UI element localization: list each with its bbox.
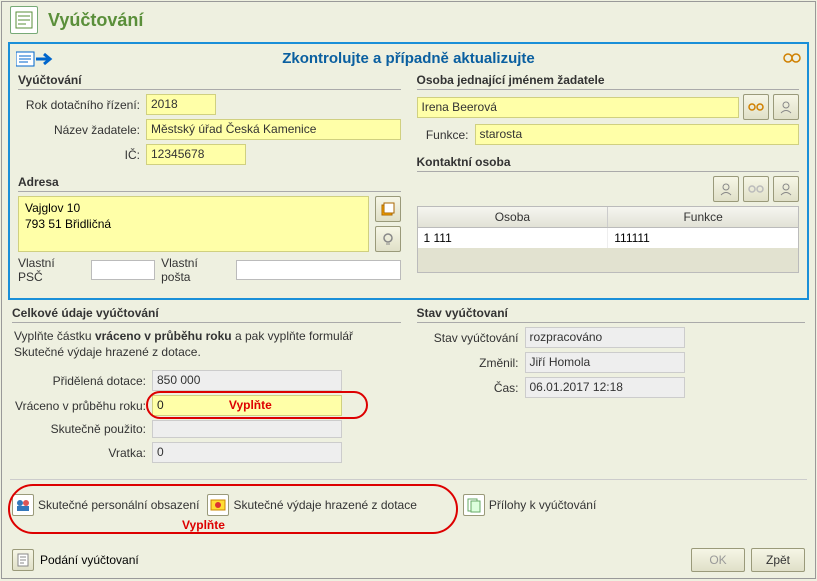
adresa-group: Adresa Vajglov 10 793 51 Břidličná [14, 175, 405, 288]
window-title: Vyúčtování [48, 10, 143, 31]
stav-value: rozpracováno [525, 327, 685, 348]
pridelena-value: 850 000 [152, 370, 342, 391]
vraceno-input[interactable]: 0 Vyplňte [152, 395, 342, 416]
osoba-group: Osoba jednající jménem žadatele Irena Be… [413, 73, 804, 149]
rok-value: 2018 [146, 94, 216, 115]
link-bar: Skutečné personální obsazení Skutečné vý… [12, 490, 809, 520]
osoba-name: Irena Beerová [417, 97, 740, 118]
rok-label: Rok dotačního řízení: [18, 98, 146, 112]
stav-title: Stav vyúčtovaní [417, 306, 806, 323]
kontakt-title: Kontaktní osoba [417, 155, 800, 172]
back-button[interactable]: Zpět [751, 548, 805, 572]
people-icon [12, 494, 34, 516]
table-empty [418, 248, 799, 272]
review-banner: Zkontrolujte a případně aktualizujte [14, 48, 803, 73]
ic-value: 12345678 [146, 144, 246, 165]
funkce-value: starosta [475, 124, 800, 145]
vyplnte-label: Vyplňte [164, 398, 337, 412]
vratka-value: 0 [152, 442, 342, 463]
link-personal-label: Skutečné personální obsazení [38, 498, 199, 512]
footer: Podání vyúčtovaní OK Zpět [2, 548, 815, 572]
psc-input[interactable] [91, 260, 155, 280]
posta-input[interactable] [236, 260, 401, 280]
link-personal[interactable]: Skutečné personální obsazení [12, 494, 199, 516]
link-vydaje-label: Skutečné výdaje hrazené z dotace [233, 498, 416, 512]
attachment-icon [463, 494, 485, 516]
pouzito-value [152, 420, 342, 438]
window-header: Vyúčtování [2, 2, 815, 38]
vyuctovani-group: Vyúčtování Rok dotačního řízení: 2018 Ná… [14, 73, 405, 169]
psc-label: Vlastní PSČ [18, 256, 85, 284]
adresa-box: Vajglov 10 793 51 Břidličná [18, 196, 369, 252]
vraceno-label: Vráceno v průběhu roku: [12, 399, 152, 413]
kontakt-col-osoba: Osoba [418, 207, 609, 227]
cas-value: 06.01.2017 12:18 [525, 377, 685, 398]
nazev-value: Městský úřad Česká Kamenice [146, 119, 401, 140]
adresa-line1: Vajglov 10 [25, 201, 362, 217]
cas-label: Čas: [417, 381, 525, 395]
window-root: Vyúčtování Zkontrolujte a případně aktua… [1, 1, 816, 579]
kontakt-search-button[interactable] [743, 176, 769, 202]
celkove-title: Celkové údaje vyúčtování [12, 306, 401, 323]
kontakt-group: Kontaktní osoba O [413, 155, 804, 277]
separator [10, 479, 807, 480]
posta-label: Vlastní pošta [161, 256, 229, 284]
kontakt-add-button[interactable] [713, 176, 739, 202]
podani-label[interactable]: Podání vyúčtovaní [40, 553, 139, 567]
adresa-title: Adresa [18, 175, 401, 192]
stav-label: Stav vyúčtování [417, 331, 525, 345]
funkce-label: Funkce: [417, 128, 475, 142]
kontakt-table[interactable]: Osoba Funkce 1 111 111111 [417, 206, 800, 273]
osoba-title: Osoba jednající jménem žadatele [417, 73, 800, 90]
osoba-edit-button[interactable] [773, 94, 799, 120]
kontakt-col-funkce: Funkce [608, 207, 798, 227]
vratka-label: Vratka: [12, 446, 152, 460]
kontakt-edit-button[interactable] [773, 176, 799, 202]
money-icon [207, 494, 229, 516]
stav-group: Stav vyúčtovaní Stav vyúčtování rozpraco… [413, 306, 810, 402]
celkove-group: Celkové údaje vyúčtování Vyplňte částku … [8, 306, 405, 467]
nazev-label: Název žadatele: [18, 123, 146, 137]
arrow-icon [16, 50, 56, 68]
address-map-button[interactable] [375, 226, 401, 252]
address-edit-button[interactable] [375, 196, 401, 222]
kontakt-cell-osoba: 1 111 [418, 228, 609, 248]
form-icon [10, 6, 38, 34]
adresa-line2: 793 51 Břidličná [25, 217, 362, 233]
celkove-hint: Vyplňte částku vráceno v průběhu roku a … [8, 327, 405, 366]
zmenil-label: Změnil: [417, 356, 525, 370]
pridelena-label: Přidělená dotace: [12, 374, 152, 388]
podani-icon[interactable] [12, 549, 34, 571]
osoba-search-button[interactable] [743, 94, 769, 120]
ok-button[interactable]: OK [691, 548, 745, 572]
ic-label: IČ: [18, 148, 146, 162]
vyuctovani-title: Vyúčtování [18, 73, 401, 90]
kontakt-cell-funkce: 111111 [608, 228, 798, 248]
vyplnte-links-label: Vyplňte [182, 518, 225, 532]
glasses-icon[interactable] [783, 50, 801, 64]
pouzito-label: Skutečně použito: [12, 422, 152, 436]
link-prilohy-label: Přílohy k vyúčtování [489, 498, 596, 512]
link-vydaje[interactable]: Skutečné výdaje hrazené z dotace [207, 494, 416, 516]
link-prilohy[interactable]: Přílohy k vyúčtování [463, 494, 596, 516]
review-panel: Zkontrolujte a případně aktualizujte Vyú… [8, 42, 809, 300]
zmenil-value: Jiří Homola [525, 352, 685, 373]
table-row[interactable]: 1 111 111111 [418, 228, 799, 248]
